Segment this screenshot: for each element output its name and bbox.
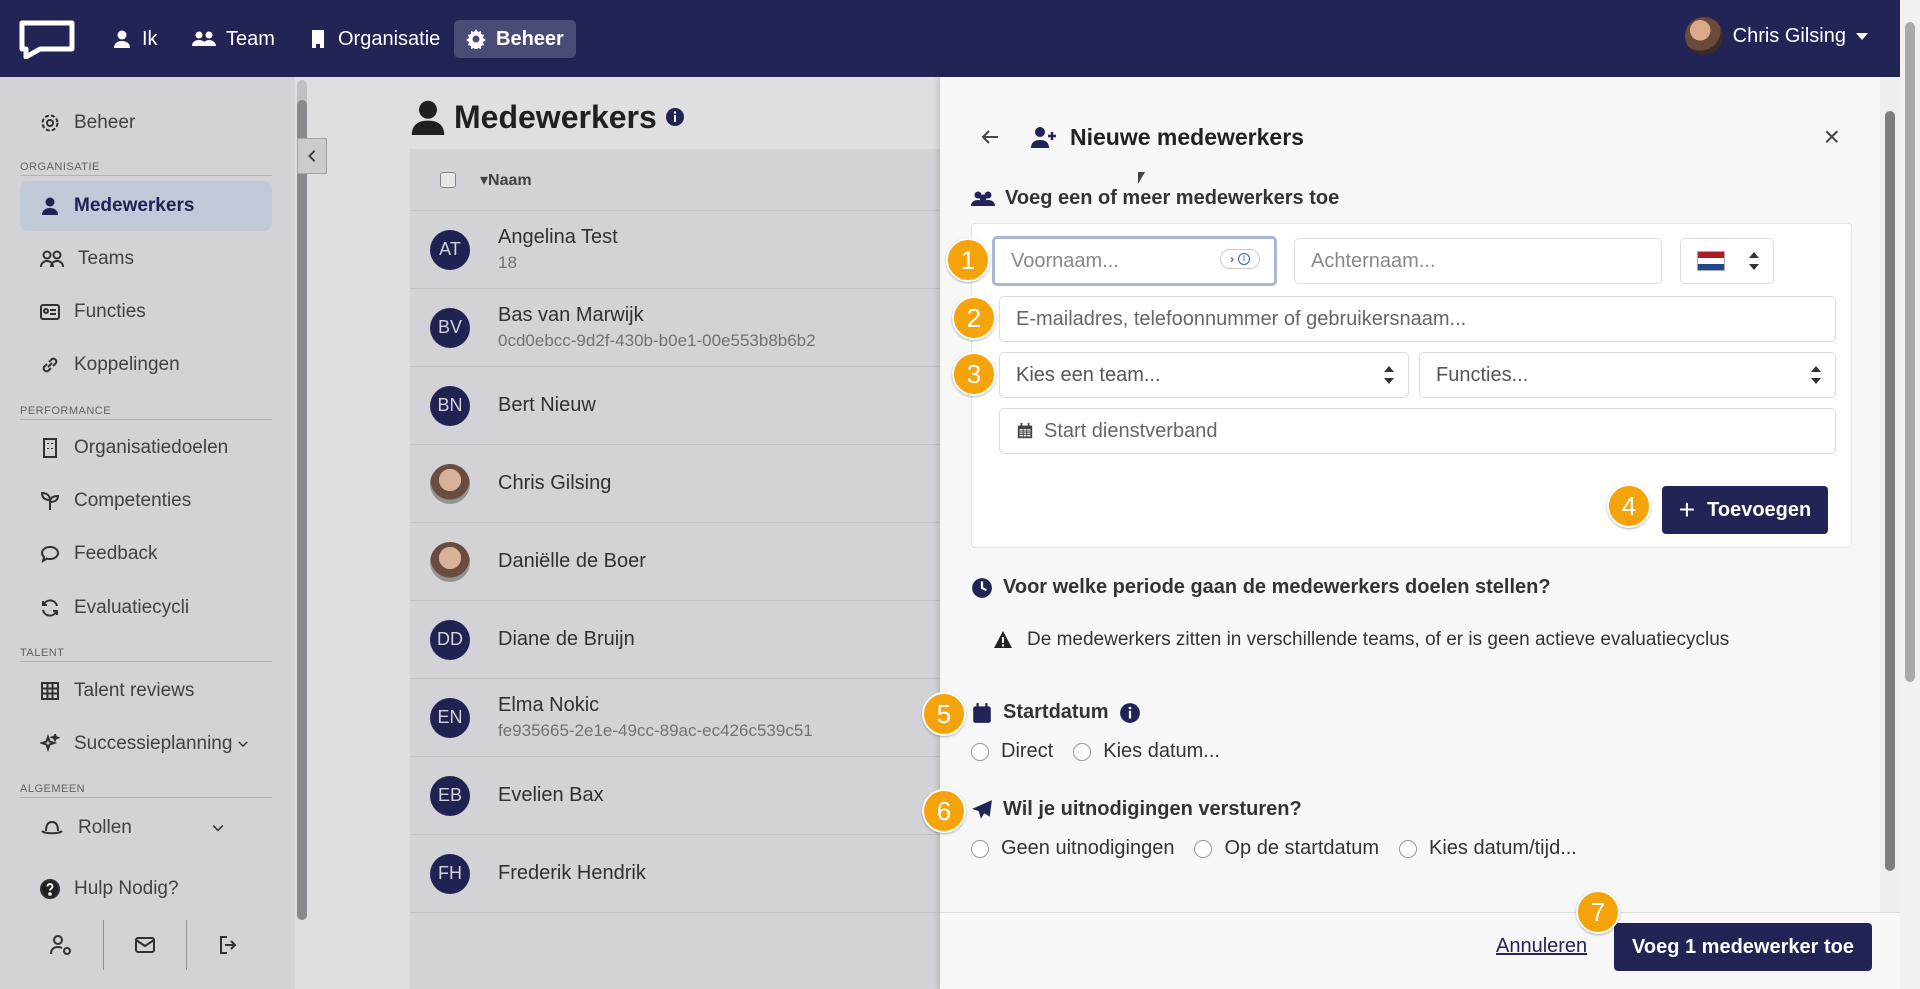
startdate-options: Direct Kies datum... bbox=[971, 740, 1240, 763]
step-badge: 6 bbox=[922, 789, 966, 833]
radio-button[interactable] bbox=[1194, 839, 1213, 858]
nav-beheer[interactable]: Beheer bbox=[454, 20, 576, 58]
panel-title-text: Nieuwe medewerkers bbox=[1070, 123, 1304, 150]
radio-button[interactable] bbox=[1399, 839, 1418, 858]
user-icon bbox=[114, 30, 130, 48]
radio-kies-datum[interactable]: Kies datum... bbox=[1073, 740, 1220, 763]
radio-button[interactable] bbox=[971, 839, 989, 858]
users-icon bbox=[971, 191, 995, 206]
calendar-icon bbox=[973, 702, 991, 723]
radio-label: Kies datum/tijd... bbox=[1429, 837, 1577, 859]
radio-button[interactable] bbox=[1073, 742, 1092, 761]
submit-button-label: Voeg 1 medewerker toe bbox=[1632, 935, 1854, 958]
warning-icon bbox=[994, 631, 1012, 648]
submit-button[interactable]: Voeg 1 medewerker toe bbox=[1614, 923, 1872, 971]
plus-icon: + bbox=[1678, 494, 1696, 525]
users-icon bbox=[192, 31, 216, 46]
clock-icon bbox=[972, 577, 992, 598]
radio-direct[interactable]: Direct bbox=[971, 740, 1053, 763]
info-icon[interactable] bbox=[1119, 702, 1141, 724]
calendar-icon bbox=[1017, 422, 1033, 439]
add-button-label: Toevoegen bbox=[1707, 498, 1812, 521]
period-section-title: Voor welke periode gaan de medewerkers d… bbox=[971, 576, 1551, 599]
start-employment-field[interactable]: Start dienstverband bbox=[999, 408, 1836, 454]
radio-op-de-startdatum[interactable]: Op de startdatum bbox=[1194, 837, 1379, 860]
radio-label: Geen uitnodigingen bbox=[1001, 837, 1175, 859]
user-name: Chris Gilsing bbox=[1732, 24, 1846, 47]
nav-ik[interactable]: Ik bbox=[100, 20, 170, 58]
add-button[interactable]: + Toevoegen bbox=[1662, 486, 1828, 534]
step-badge: 4 bbox=[1607, 484, 1651, 528]
building-icon bbox=[312, 30, 324, 48]
mouse-cursor-icon bbox=[1138, 172, 1145, 184]
add-employee-card: Voornaam... › I Achternaam... E-mailadres… bbox=[971, 223, 1852, 548]
invite-section-title: Wil je uitnodigingen versturen? bbox=[971, 798, 1302, 821]
warning-text: De medewerkers zitten in verschillende t… bbox=[1027, 629, 1730, 650]
nav-organisatie[interactable]: Organisatie bbox=[296, 20, 452, 58]
nav-team[interactable]: Team bbox=[180, 20, 287, 58]
functions-select-value: Functies... bbox=[1436, 363, 1529, 386]
select-arrows-icon bbox=[1749, 252, 1759, 270]
radio-label: Direct bbox=[1001, 740, 1054, 762]
panel-header: Nieuwe medewerkers × bbox=[980, 117, 1840, 157]
warning-message: De medewerkers zitten in verschillende t… bbox=[993, 629, 1729, 651]
period-section-title-text: Voor welke periode gaan de medewerkers d… bbox=[1003, 576, 1551, 598]
country-select[interactable] bbox=[1680, 238, 1774, 284]
add-section-title-text: Voeg een of meer medewerkers toe bbox=[1005, 187, 1340, 209]
new-employees-panel: Nieuwe medewerkers × Voeg een of meer me… bbox=[922, 77, 1900, 989]
nav-team-label: Team bbox=[226, 27, 275, 50]
gear-icon bbox=[466, 29, 486, 49]
nav-beheer-label: Beheer bbox=[496, 27, 564, 50]
cancel-button[interactable]: Annuleren bbox=[1496, 935, 1587, 958]
contact-field[interactable]: E-mailadres, telefoonnummer of gebruiker… bbox=[999, 296, 1836, 342]
functions-select[interactable]: Functies... bbox=[1419, 352, 1836, 398]
top-navigation: Ik Team Organisatie Beheer Chris Gilsing bbox=[0, 0, 1920, 77]
startdate-title-text: Startdatum bbox=[1003, 701, 1109, 723]
add-section-title: Voeg een of meer medewerkers toe bbox=[971, 187, 1339, 210]
user-menu[interactable]: Chris Gilsing bbox=[1684, 17, 1868, 55]
panel-title: Nieuwe medewerkers bbox=[1030, 124, 1304, 151]
team-select-value: Kies een team... bbox=[1016, 363, 1161, 386]
invite-title-text: Wil je uitnodigingen versturen? bbox=[1003, 798, 1302, 820]
select-arrows-icon bbox=[1811, 366, 1821, 384]
netherlands-flag-icon bbox=[1697, 251, 1725, 271]
nav-ik-label: Ik bbox=[142, 27, 158, 50]
firstname-placeholder: Voornaam... bbox=[1011, 249, 1119, 272]
close-icon[interactable]: × bbox=[1824, 123, 1840, 151]
chevron-down-icon bbox=[1856, 32, 1868, 40]
page-scrollbar[interactable] bbox=[1900, 0, 1920, 989]
radio-geen-uitnodigingen[interactable]: Geen uitnodigingen bbox=[971, 837, 1174, 860]
radio-button[interactable] bbox=[971, 742, 989, 761]
radio-label: Op de startdatum bbox=[1224, 837, 1380, 859]
firstname-field[interactable]: Voornaam... › I bbox=[992, 236, 1277, 286]
contact-placeholder: E-mailadres, telefoonnummer of gebruiker… bbox=[1016, 307, 1467, 330]
step-badge: 1 bbox=[946, 238, 990, 282]
select-arrows-icon bbox=[1384, 366, 1394, 384]
step-badge: 5 bbox=[922, 692, 966, 736]
nav-organisatie-label: Organisatie bbox=[338, 27, 441, 50]
user-plus-icon bbox=[1031, 127, 1056, 148]
startdate-section-title: Startdatum bbox=[971, 701, 1141, 724]
team-select[interactable]: Kies een team... bbox=[999, 352, 1409, 398]
arrow-left-icon[interactable] bbox=[980, 127, 1000, 147]
radio-kies-datum-tijd[interactable]: Kies datum/tijd... bbox=[1399, 837, 1577, 860]
step-badge: 7 bbox=[1576, 890, 1620, 934]
avatar bbox=[1684, 17, 1723, 55]
paper-plane-icon bbox=[972, 799, 992, 819]
lastname-placeholder: Achternaam... bbox=[1311, 249, 1436, 272]
lastname-field[interactable]: Achternaam... bbox=[1294, 238, 1662, 284]
modal-backdrop[interactable] bbox=[0, 77, 940, 989]
radio-label: Kies datum... bbox=[1103, 740, 1220, 762]
start-employment-placeholder: Start dienstverband bbox=[1044, 419, 1218, 442]
app-logo-icon[interactable] bbox=[18, 19, 76, 59]
invite-options: Geen uitnodigingen Op de startdatum Kies… bbox=[971, 837, 1597, 860]
step-badge: 3 bbox=[952, 352, 996, 396]
step-badge: 2 bbox=[952, 296, 996, 340]
panel-scrollbar[interactable] bbox=[1880, 77, 1900, 912]
password-manager-icon[interactable]: › I bbox=[1220, 249, 1260, 269]
